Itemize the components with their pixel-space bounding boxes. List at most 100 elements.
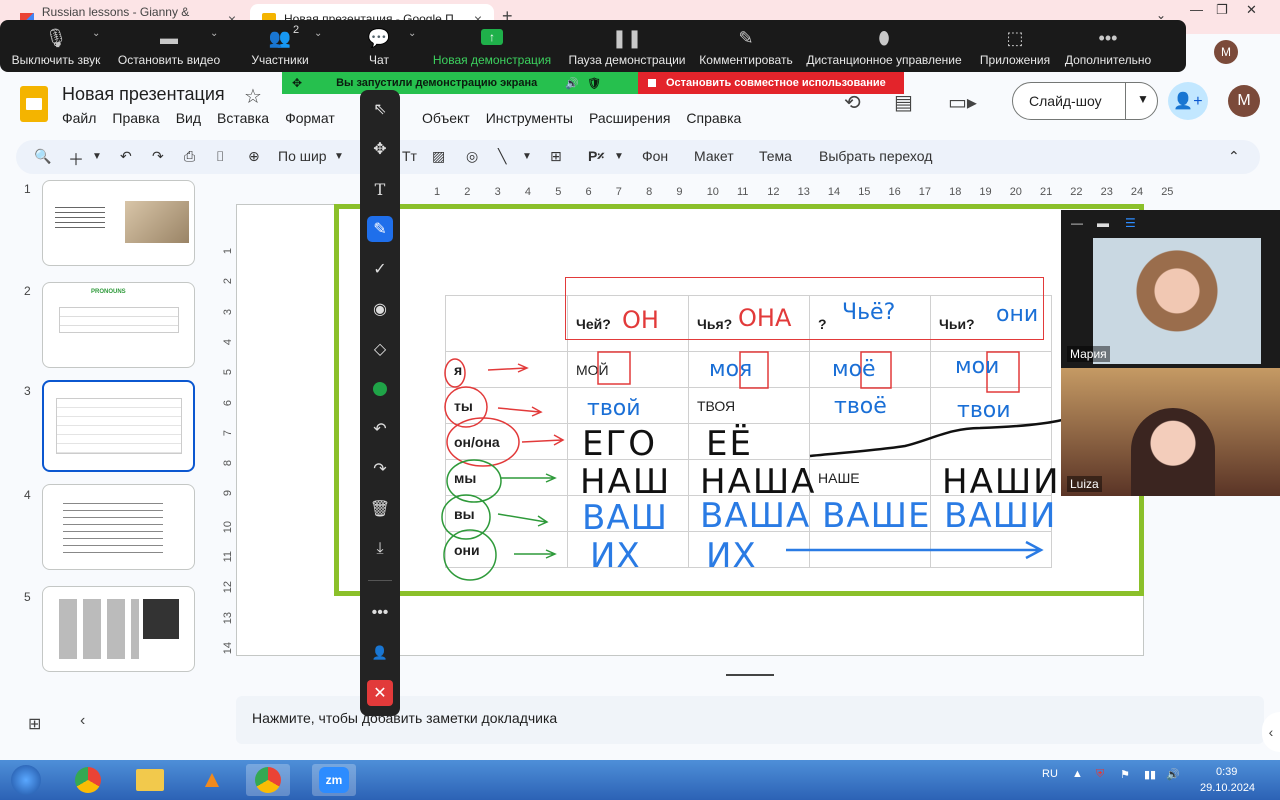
minimize-icon[interactable]: — xyxy=(1190,2,1203,17)
flag-tray-icon[interactable]: ⚑ xyxy=(1120,768,1130,781)
menu-file[interactable]: Файл xyxy=(62,110,96,126)
slide-thumbnail-1[interactable] xyxy=(42,180,195,266)
window-close-icon[interactable]: ✕ xyxy=(1246,2,1257,18)
image-icon[interactable]: ▨ xyxy=(432,148,445,165)
minimize-video-icon[interactable]: — xyxy=(1071,216,1083,230)
slide-thumbnail-2[interactable]: PRONOUNS xyxy=(42,282,195,368)
annotator-name-icon[interactable]: 👤 xyxy=(367,640,393,666)
stop-share-button[interactable]: Остановить совместное использование xyxy=(638,72,904,94)
slide-thumbnail-4[interactable] xyxy=(42,484,195,570)
text-box-icon[interactable]: Тт xyxy=(402,148,417,164)
menu-insert[interactable]: Вставка xyxy=(217,110,269,126)
menu-view[interactable]: Вид xyxy=(176,110,201,126)
undo-icon[interactable]: ↶ xyxy=(367,416,393,442)
clock-time[interactable]: 0:39 xyxy=(1216,766,1237,778)
language-indicator[interactable]: RU xyxy=(1042,768,1058,780)
avatar[interactable]: M xyxy=(1228,85,1260,117)
audio-icon[interactable]: 🔊 xyxy=(565,77,579,90)
taskbar-zoom[interactable]: zm xyxy=(312,764,356,796)
chat-button[interactable]: 💬 ⌄ Чат xyxy=(334,20,424,72)
slide-thumbnail-5[interactable] xyxy=(42,586,195,672)
video-tile-luiza[interactable]: Luiza xyxy=(1061,368,1280,496)
side-panel-toggle[interactable]: ‹ xyxy=(1262,712,1280,752)
mute-button[interactable]: 🎙 ⌄ Выключить звук xyxy=(0,20,112,72)
remote-control-button[interactable]: ⬮ Дистанционное управление xyxy=(798,20,970,72)
tray-expand-icon[interactable]: ▲ xyxy=(1072,768,1083,780)
network-icon[interactable]: ▮▮ xyxy=(1144,768,1156,781)
clock-date[interactable]: 29.10.2024 xyxy=(1200,782,1255,794)
redo-icon[interactable]: ↷ xyxy=(367,456,393,482)
chevron-down-icon[interactable]: ▼ xyxy=(92,151,102,162)
taskbar-explorer[interactable] xyxy=(128,764,172,796)
theme-button[interactable]: Тема xyxy=(759,148,792,164)
save-icon[interactable]: ⤓ xyxy=(367,536,393,562)
zoom-select[interactable]: По шир xyxy=(278,148,327,164)
close-annotation-icon[interactable]: ✕ xyxy=(367,680,393,706)
search-icon[interactable]: 🔍 xyxy=(34,148,51,165)
checkmark-icon[interactable]: ✓ xyxy=(367,256,393,282)
more-button[interactable]: ••• Дополнительно xyxy=(1060,20,1156,72)
transition-button[interactable]: Выбрать переход xyxy=(819,148,932,164)
chevron-down-icon[interactable]: ⌄ xyxy=(408,28,416,39)
line-icon[interactable]: ╲ xyxy=(498,148,506,165)
zoom-icon[interactable]: ⊕ xyxy=(248,148,260,165)
star-icon[interactable]: ☆ xyxy=(244,84,262,109)
menu-help[interactable]: Справка xyxy=(686,110,741,126)
document-title[interactable]: Новая презентация xyxy=(62,84,225,105)
spotlight-icon[interactable]: ◉ xyxy=(367,296,393,322)
taskbar-chrome-profile[interactable] xyxy=(246,764,290,796)
collapse-toolbar-icon[interactable]: ⌃ xyxy=(1228,148,1240,165)
participants-button[interactable]: 👥 2 ⌄ Участники xyxy=(226,20,334,72)
shape-icon[interactable]: ◎ xyxy=(466,148,478,165)
browser-profile-avatar[interactable]: M xyxy=(1214,40,1238,64)
undo-icon[interactable]: ↶ xyxy=(120,148,132,165)
redo-icon[interactable]: ↷ xyxy=(152,148,164,165)
chevron-down-icon[interactable]: ▼ xyxy=(1137,92,1149,106)
new-share-button[interactable]: ↑ Новая демонстрация xyxy=(424,20,560,72)
paint-format-icon[interactable]: ⌷ xyxy=(216,148,224,165)
select-cursor-icon[interactable]: ⇖ xyxy=(367,96,393,122)
menu-tools[interactable]: Инструменты xyxy=(486,110,573,126)
menu-object[interactable]: Объект xyxy=(422,110,470,126)
layout-button[interactable]: Макет xyxy=(694,148,734,164)
annotate-button[interactable]: ✎ Комментировать xyxy=(694,20,798,72)
chevron-down-icon[interactable]: ⌄ xyxy=(92,28,100,39)
speaker-view-icon[interactable]: ☰ xyxy=(1125,216,1136,230)
thumbnail-view-icon[interactable]: ▬ xyxy=(1097,216,1109,230)
text-tool-icon[interactable]: T xyxy=(367,176,393,202)
start-button[interactable] xyxy=(4,764,48,796)
more-icon[interactable]: ••• xyxy=(367,600,393,626)
volume-icon[interactable]: 🔊 xyxy=(1166,768,1180,781)
grid-view-icon[interactable]: ⊞ xyxy=(28,714,41,734)
input-tools-icon[interactable]: Р𝄎 xyxy=(588,148,604,165)
collapse-filmstrip-icon[interactable]: ‹ xyxy=(80,712,85,730)
security-tray-icon[interactable]: ⛨ xyxy=(1096,768,1104,781)
stop-video-button[interactable]: ▬ ⌄ Остановить видео xyxy=(112,20,226,72)
eraser-icon[interactable]: ◇ xyxy=(367,336,393,362)
chevron-down-icon[interactable]: ⌄ xyxy=(210,28,218,39)
taskbar-chrome[interactable] xyxy=(66,764,110,796)
taskbar-vlc[interactable]: ▲ xyxy=(190,764,234,796)
chevron-down-icon[interactable]: ▼ xyxy=(614,151,624,162)
menu-extensions[interactable]: Расширения xyxy=(589,110,670,126)
share-add-person-button[interactable]: 👤+ xyxy=(1168,82,1208,120)
new-slide-icon[interactable]: ＋ xyxy=(68,146,84,170)
background-button[interactable]: Фон xyxy=(642,148,668,164)
chevron-down-icon[interactable]: ▼ xyxy=(522,151,532,162)
color-picker-icon[interactable] xyxy=(367,376,393,402)
menu-edit[interactable]: Правка xyxy=(112,110,159,126)
notes-resize-handle[interactable] xyxy=(726,674,774,676)
slides-logo[interactable] xyxy=(20,86,48,122)
pause-share-button[interactable]: ❚❚ Пауза демонстрации xyxy=(560,20,694,72)
print-icon[interactable]: ⎙ xyxy=(184,148,195,165)
meet-icon[interactable]: ▭▸ xyxy=(948,90,977,115)
menu-format[interactable]: Формат xyxy=(285,110,335,126)
move-icon[interactable]: ✥ xyxy=(367,136,393,162)
pen-icon[interactable]: ✎ xyxy=(367,216,393,242)
slideshow-button[interactable]: Слайд-шоу ▼ xyxy=(1012,82,1158,120)
apps-button[interactable]: ⬚ Приложения xyxy=(970,20,1060,72)
chevron-down-icon[interactable]: ▼ xyxy=(334,151,344,162)
restore-icon[interactable]: ❐ xyxy=(1216,2,1228,18)
add-comment-icon[interactable]: ⊞ xyxy=(550,148,562,165)
chevron-down-icon[interactable]: ⌄ xyxy=(314,28,322,39)
